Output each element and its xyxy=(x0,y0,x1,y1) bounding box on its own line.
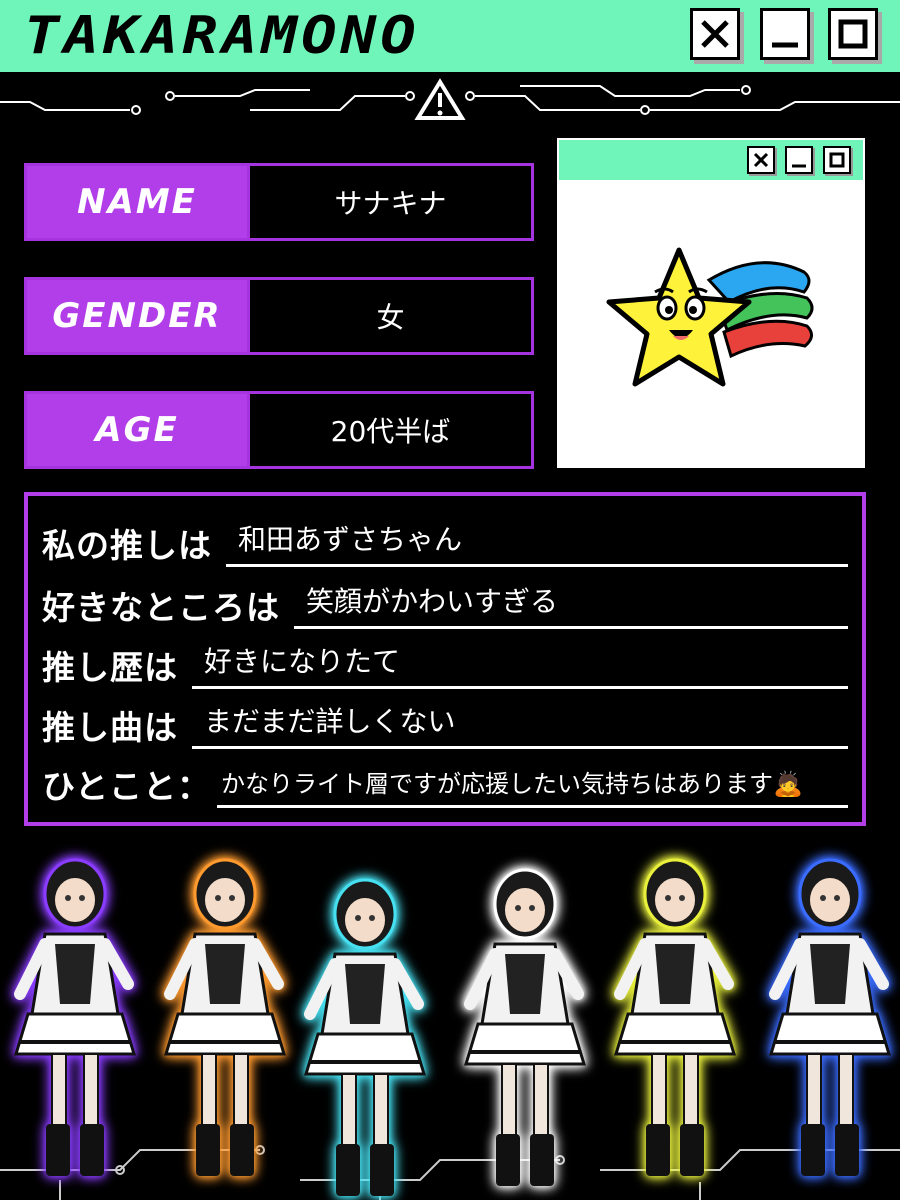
circuit-decoration xyxy=(0,78,900,120)
name-label: NAME xyxy=(27,166,247,238)
qa-question: 好きなところは xyxy=(42,588,280,627)
name-row: NAME サナキナ xyxy=(24,163,534,241)
avatar-window xyxy=(557,138,865,468)
qa-question: ひとこと： xyxy=(42,767,212,806)
avatar-minimize-button[interactable] xyxy=(785,146,813,174)
idol-character xyxy=(163,858,287,1176)
app-title: TAKARAMONO xyxy=(24,6,421,66)
qa-answer: 和田あずさちゃん xyxy=(226,518,848,567)
minimize-icon xyxy=(772,42,798,48)
close-icon xyxy=(701,20,729,48)
qa-answer: まだまだ詳しくない xyxy=(192,700,848,749)
maximize-icon xyxy=(838,19,868,49)
qa-panel: 私の推しは 和田あずさちゃん 好きなところは 笑顔がかわいすぎる 推し歴は 好き… xyxy=(24,492,866,826)
idol-character xyxy=(768,858,892,1176)
idol-character xyxy=(463,868,587,1186)
qa-question: 推し歴は xyxy=(42,648,178,687)
maximize-button[interactable] xyxy=(828,8,878,60)
title-bar: TAKARAMONO xyxy=(0,0,900,72)
age-label: AGE xyxy=(27,394,247,466)
age-row: AGE 20代半ば xyxy=(24,391,534,469)
idol-group-illustration xyxy=(0,836,900,1200)
gender-value: 女 xyxy=(247,280,531,352)
qa-question: 推し曲は xyxy=(42,708,178,747)
qa-answer: かなりライト層ですが応援したい気持ちはあります🙇 xyxy=(217,764,848,808)
qa-question: 私の推しは xyxy=(42,526,212,565)
idol-character xyxy=(13,858,137,1176)
qa-row: ひとこと： かなりライト層ですが応援したい気持ちはあります🙇 xyxy=(42,760,848,808)
qa-answer: 好きになりたて xyxy=(192,640,848,689)
avatar-maximize-button[interactable] xyxy=(823,146,851,174)
gender-row: GENDER 女 xyxy=(24,277,534,355)
idol-character xyxy=(303,878,427,1196)
qa-answer: 笑顔がかわいすぎる xyxy=(294,580,848,629)
name-value: サナキナ xyxy=(247,166,531,238)
close-button[interactable] xyxy=(690,8,740,60)
shooting-star-avatar xyxy=(606,247,814,387)
avatar-window-bar xyxy=(559,140,863,180)
idol-character xyxy=(613,858,737,1176)
gender-label: GENDER xyxy=(27,280,247,352)
qa-row: 好きなところは 笑顔がかわいすぎる xyxy=(42,580,848,629)
minimize-button[interactable] xyxy=(760,8,810,60)
qa-row: 私の推しは 和田あずさちゃん xyxy=(42,518,848,567)
close-icon xyxy=(753,152,769,168)
age-value: 20代半ば xyxy=(247,394,531,466)
minimize-icon xyxy=(792,164,806,168)
avatar-close-button[interactable] xyxy=(747,146,775,174)
maximize-icon xyxy=(829,152,845,168)
qa-row: 推し曲は まだまだ詳しくない xyxy=(42,700,848,749)
qa-row: 推し歴は 好きになりたて xyxy=(42,640,848,689)
warning-icon xyxy=(414,78,466,120)
